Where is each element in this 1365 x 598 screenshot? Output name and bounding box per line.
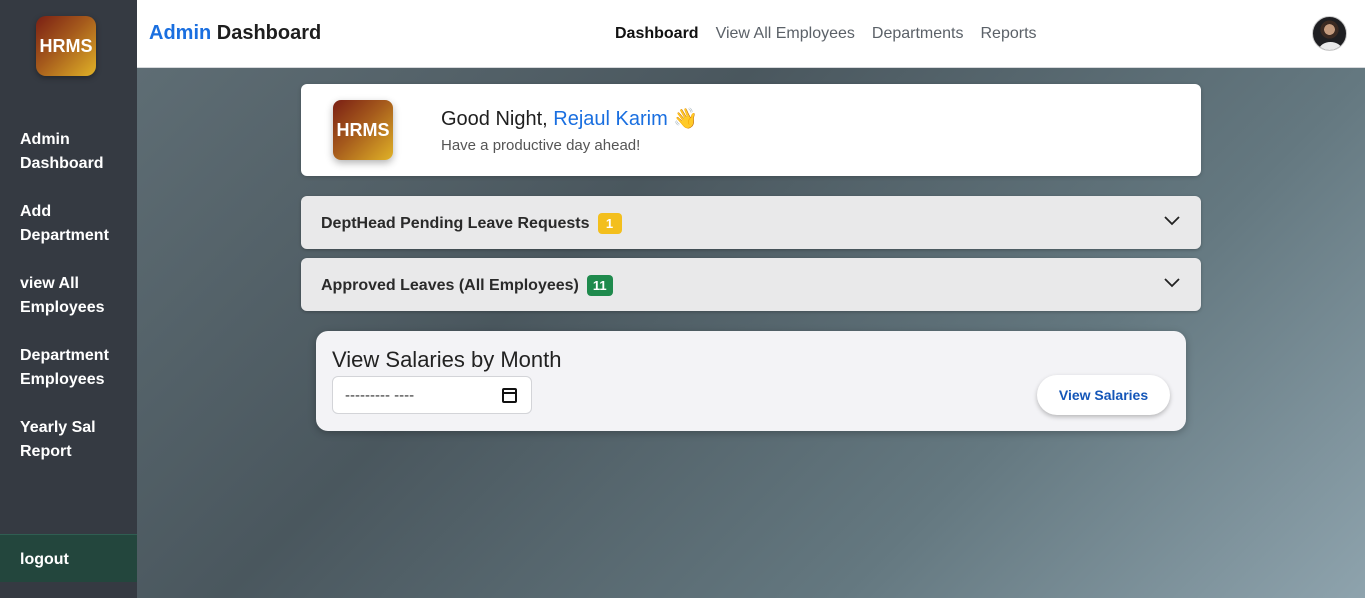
sidebar: HRMS Admin Dashboard Add Department view… <box>0 0 137 598</box>
accordion-label: DeptHead Pending Leave Requests <box>321 214 590 232</box>
sidebar-item-department-employees[interactable]: Department Employees <box>20 344 130 392</box>
accordion-pending-leave-requests[interactable]: DeptHead Pending Leave Requests 1 <box>301 196 1201 249</box>
salary-card-title: View Salaries by Month <box>332 347 562 372</box>
salary-by-month-card: View Salaries by Month --------- ---- Vi… <box>316 331 1186 431</box>
greeting-prefix: Good Night, <box>441 108 554 130</box>
nav-link-dashboard[interactable]: Dashboard <box>615 25 699 43</box>
nav-link-view-all-employees[interactable]: View All Employees <box>716 25 855 43</box>
month-input-value: --------- ---- <box>345 386 415 404</box>
avatar-shirt <box>1319 42 1342 50</box>
accordion-header: Approved Leaves (All Employees) 11 <box>321 275 613 296</box>
nav-link-reports[interactable]: Reports <box>981 25 1037 43</box>
sidebar-item-add-department[interactable]: Add Department <box>20 200 130 248</box>
greeting-user-name: Rejaul Karim <box>553 108 668 130</box>
count-badge: 11 <box>586 275 613 296</box>
sidebar-item-yearly-sal-report[interactable]: Yearly Sal Report <box>20 416 130 464</box>
calendar-icon[interactable] <box>502 388 517 403</box>
accordion-label: Approved Leaves (All Employees) <box>321 276 579 294</box>
nav-link-departments[interactable]: Departments <box>872 25 964 43</box>
top-nav: Dashboard View All Employees Departments… <box>615 25 1037 43</box>
view-salaries-button[interactable]: View Salaries <box>1037 375 1170 415</box>
greeting-card: HRMS Good Night, Rejaul Karim 👋 Have a p… <box>301 84 1201 176</box>
brand-rest: Dashboard <box>211 22 322 44</box>
chevron-down-icon[interactable] <box>1163 276 1181 290</box>
hrms-logo[interactable]: HRMS <box>36 16 96 76</box>
count-badge: 1 <box>597 213 622 234</box>
greeting-logo: HRMS <box>333 100 393 160</box>
month-input[interactable]: --------- ---- <box>332 376 532 414</box>
sidebar-item-view-all-employees[interactable]: view All Employees <box>20 272 130 320</box>
page-title[interactable]: Admin Dashboard <box>149 22 321 45</box>
chevron-down-icon[interactable] <box>1163 214 1181 228</box>
logout-button[interactable]: logout <box>0 534 137 582</box>
greeting-title: Good Night, Rejaul Karim 👋 <box>441 106 698 131</box>
accordion-approved-leaves[interactable]: Approved Leaves (All Employees) 11 <box>301 258 1201 311</box>
top-navbar: Admin Dashboard Dashboard View All Emplo… <box>137 0 1365 68</box>
greeting-subtitle: Have a productive day ahead! <box>441 137 641 154</box>
main-content: HRMS Good Night, Rejaul Karim 👋 Have a p… <box>137 68 1365 598</box>
brand-accent: Admin <box>149 22 212 44</box>
accordion-header: DeptHead Pending Leave Requests 1 <box>321 213 622 234</box>
wave-icon: 👋 <box>673 108 699 130</box>
sidebar-item-admin-dashboard[interactable]: Admin Dashboard <box>20 128 130 176</box>
user-avatar[interactable] <box>1312 16 1347 51</box>
sidebar-nav: Admin Dashboard Add Department view All … <box>20 128 130 488</box>
